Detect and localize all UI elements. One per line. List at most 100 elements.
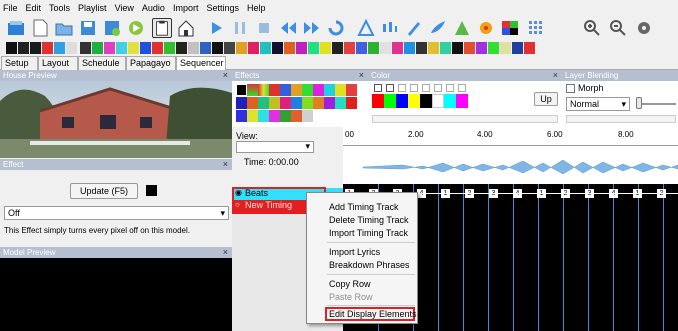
effect-twinkle-icon[interactable] (280, 110, 291, 122)
render-icon[interactable] (126, 18, 146, 38)
new-file-icon[interactable] (30, 18, 50, 38)
palette-color-1[interactable] (372, 94, 384, 108)
model-icon[interactable] (512, 42, 523, 54)
tab-schedule[interactable]: Schedule (78, 56, 126, 70)
model-icon[interactable] (464, 42, 475, 54)
model-icon[interactable] (344, 42, 355, 54)
menu-paste-row[interactable]: Paste Row (329, 292, 373, 302)
menu-tools[interactable]: Tools (49, 3, 70, 13)
model-icon[interactable] (200, 42, 211, 54)
model-icon[interactable] (488, 42, 499, 54)
tab-setup[interactable]: Setup (1, 56, 38, 70)
tab-papagayo[interactable]: Papagayo (126, 56, 176, 70)
model-icon[interactable] (116, 42, 127, 54)
palette-color-4[interactable] (408, 94, 420, 108)
model-icon[interactable] (164, 42, 175, 54)
menu-breakdown-phrases[interactable]: Breakdown Phrases (329, 260, 410, 270)
color-checkbox[interactable] (398, 84, 406, 92)
model-icon[interactable] (284, 42, 295, 54)
rewind-icon[interactable] (278, 18, 298, 38)
close-icon[interactable]: × (223, 247, 228, 258)
view-select[interactable]: ▾ (236, 141, 314, 153)
effect-spirals-icon[interactable] (346, 97, 357, 109)
model-icon[interactable] (308, 42, 319, 54)
timeline-ruler[interactable]: 00 2.00 4.00 6.00 8.00 (343, 127, 678, 151)
effect-ripple-icon[interactable] (302, 97, 313, 109)
paste-icon[interactable] (152, 18, 172, 38)
color-checkbox[interactable] (374, 84, 382, 92)
brush-icon[interactable] (428, 18, 448, 38)
model-icon[interactable] (80, 42, 91, 54)
model-icon[interactable] (104, 42, 115, 54)
zoom-out-icon[interactable] (608, 18, 628, 38)
model-icon[interactable] (356, 42, 367, 54)
palette-color-3[interactable] (396, 94, 408, 108)
menu-delete-timing-track[interactable]: Delete Timing Track (329, 215, 409, 225)
effect-piano-icon[interactable] (258, 97, 269, 109)
close-icon[interactable]: × (359, 70, 364, 81)
effect-meteors-icon[interactable] (236, 97, 247, 109)
model-icon[interactable] (296, 42, 307, 54)
model-icon[interactable] (6, 42, 17, 54)
model-icon[interactable] (128, 42, 139, 54)
color-swatch[interactable] (146, 185, 157, 196)
layer-panel-scrollbar[interactable] (566, 115, 676, 123)
model-icon[interactable] (236, 42, 247, 54)
effect-text-icon[interactable] (258, 110, 269, 122)
model-icon[interactable] (392, 42, 403, 54)
effect-single-strand-icon[interactable] (324, 97, 335, 109)
color-checkbox[interactable] (458, 84, 466, 92)
palette-color-2[interactable] (384, 94, 396, 108)
tab-sequencer[interactable]: Sequencer (176, 56, 226, 71)
zoom-in-icon[interactable] (582, 18, 602, 38)
model-icon[interactable] (54, 42, 65, 54)
model-icon[interactable] (428, 42, 439, 54)
tab-layout[interactable]: Layout (38, 56, 78, 70)
model-icon[interactable] (66, 42, 77, 54)
blend-mode-select[interactable]: Normal ▾ (566, 97, 630, 111)
model-icon[interactable] (176, 42, 187, 54)
color-panel-scrollbar[interactable] (372, 115, 558, 123)
save-as-icon[interactable] (102, 18, 122, 38)
effect-fireworks-icon[interactable] (313, 84, 324, 96)
model-icon[interactable] (18, 42, 29, 54)
close-icon[interactable]: × (223, 70, 228, 81)
menu-help[interactable]: Help (247, 3, 266, 13)
effect-morph-icon[interactable] (247, 97, 258, 109)
palette-color-5[interactable] (420, 94, 432, 108)
effect-snowflakes-icon[interactable] (335, 97, 346, 109)
save-icon[interactable] (78, 18, 98, 38)
color-checkbox[interactable] (386, 84, 394, 92)
effect-faces-icon[interactable] (302, 110, 313, 122)
model-icon[interactable] (248, 42, 259, 54)
close-icon[interactable]: × (553, 70, 558, 81)
effect-pictures-icon[interactable] (269, 97, 280, 109)
effect-plasma-icon[interactable] (291, 97, 302, 109)
green-effect-icon[interactable] (452, 18, 472, 38)
pause-icon[interactable] (230, 18, 250, 38)
model-icon[interactable] (30, 42, 41, 54)
model-icon[interactable] (260, 42, 271, 54)
update-button[interactable]: Update (F5) (70, 183, 138, 199)
menu-add-timing-track[interactable]: Add Timing Track (329, 202, 399, 212)
grid-icon[interactable] (526, 18, 546, 38)
palette-color-7[interactable] (444, 94, 456, 108)
replay-icon[interactable] (326, 18, 346, 38)
menu-audio[interactable]: Audio (142, 3, 165, 13)
menu-file[interactable]: File (3, 3, 18, 13)
open-folder-icon[interactable] (54, 18, 74, 38)
model-icon[interactable] (476, 42, 487, 54)
menu-import-lyrics[interactable]: Import Lyrics (329, 247, 380, 257)
effect-strobe-icon[interactable] (247, 110, 258, 122)
model-icon[interactable] (368, 42, 379, 54)
settings-gear-icon[interactable] (634, 18, 654, 38)
play-icon[interactable] (206, 18, 226, 38)
effect-fire-icon[interactable] (302, 84, 313, 96)
house-preview-icon[interactable] (176, 18, 196, 38)
effect-circles-icon[interactable] (269, 84, 280, 96)
model-icon[interactable] (224, 42, 235, 54)
model-icon[interactable] (320, 42, 331, 54)
model-icon[interactable] (140, 42, 151, 54)
effect-off-icon[interactable] (236, 84, 247, 96)
menu-import[interactable]: Import (173, 3, 199, 13)
